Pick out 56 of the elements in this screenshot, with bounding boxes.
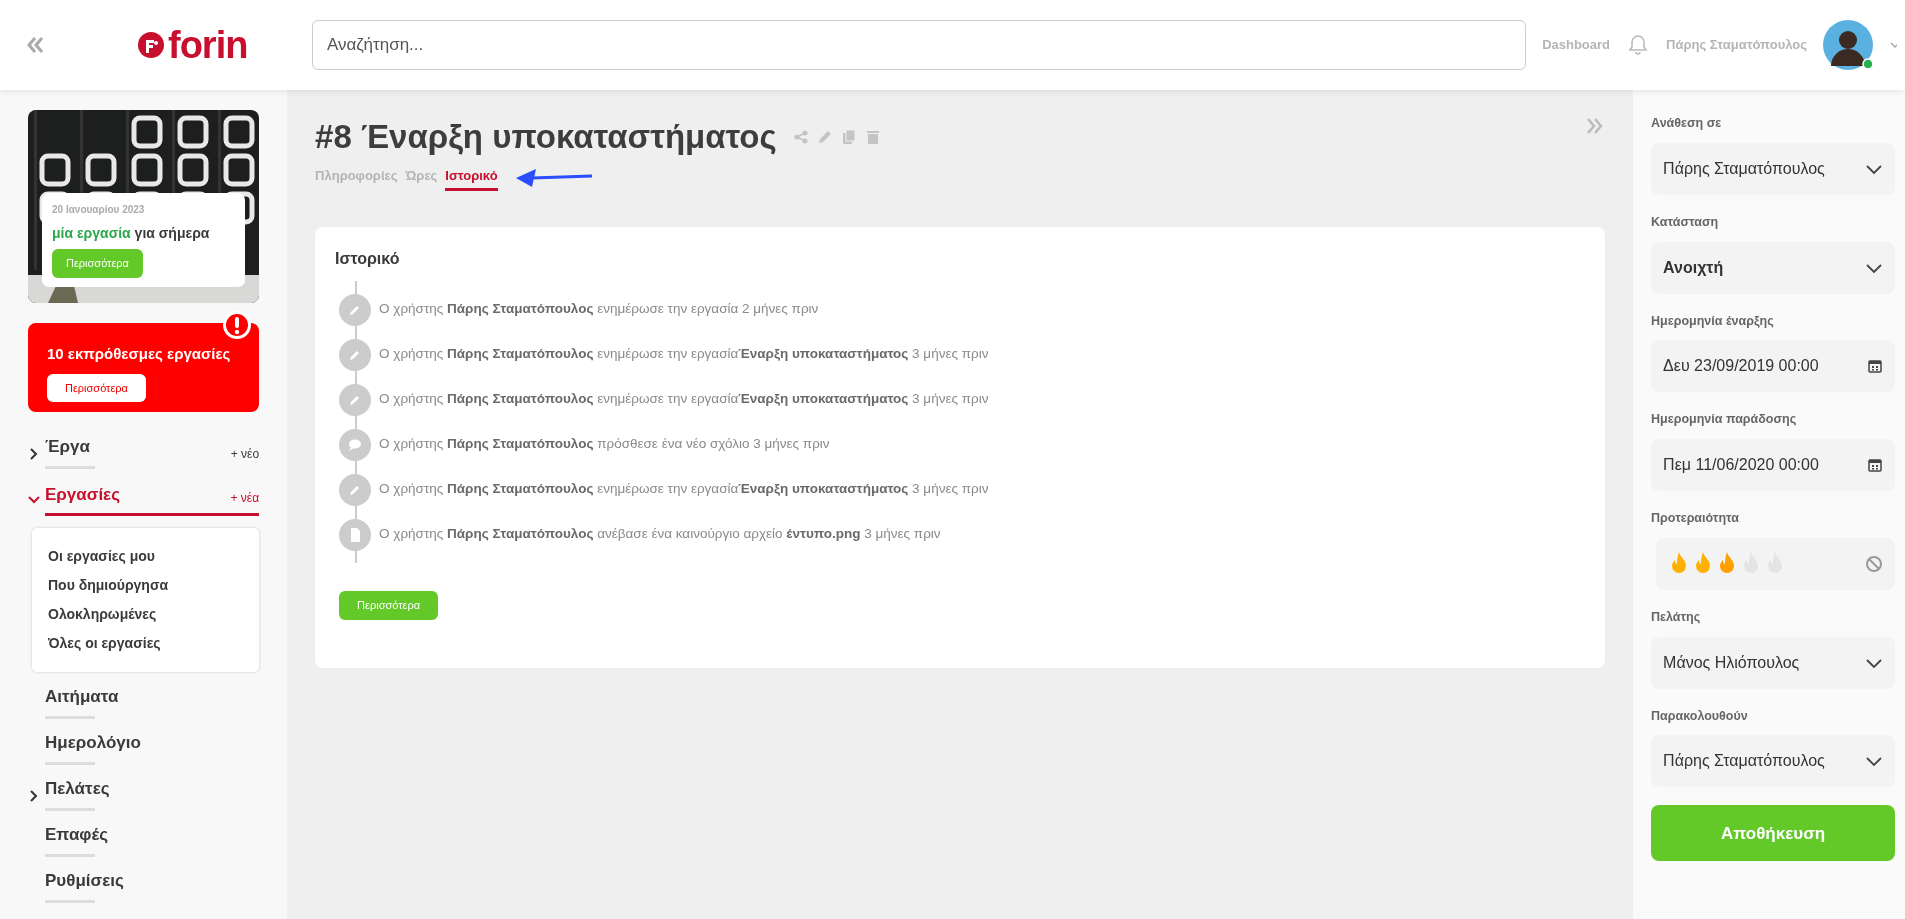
submenu-item[interactable]: Που δημιούργησα [48, 571, 244, 600]
more-button[interactable]: Περισσότερα [47, 373, 146, 402]
brand-name[interactable]: forin [168, 26, 248, 64]
field-label: Κατάσταση [1651, 213, 1720, 231]
add-link[interactable]: + νέο [230, 444, 260, 469]
history-entry: Ο χρήστης Πάρης Σταματόπουλος ενημέρωσε την εργασίαΈναρξη υποκαταστήματος 3 μήνες πριν [379, 390, 989, 409]
history-entry: Ο χρήστης Πάρης Σταματόπουλος ανέβασε ένα καινούργιο αρχείο έντυπο.png 3 μήνες πριν [379, 525, 941, 544]
submenu-item[interactable]: Ολοκληρωμένες [48, 600, 244, 629]
dropdown[interactable]: Ανοιχτή [1651, 241, 1895, 294]
copy-icon[interactable] [840, 128, 857, 145]
calendar-icon[interactable] [1867, 358, 1883, 375]
section-title: Ιστορικό [335, 249, 401, 269]
field-label: Παρακολουθούν [1651, 707, 1749, 725]
task-title: #8 Έναρξη υποκαταστήματος [315, 117, 777, 157]
nav-item[interactable]: Ρυθμίσεις [45, 868, 124, 900]
chevron-down-icon[interactable] [28, 493, 40, 506]
dropdown[interactable]: Μάνος Ηλιόπουλος [1651, 636, 1895, 689]
clear-icon[interactable] [1865, 554, 1883, 573]
nav-item[interactable]: Ημερολόγιο [45, 730, 141, 762]
nav-item[interactable]: Επαφές [45, 822, 108, 854]
priority-rating[interactable] [1656, 537, 1895, 590]
avatar[interactable] [1823, 20, 1873, 70]
caret-icon[interactable] [1889, 40, 1897, 50]
field-label: Πελάτης [1651, 608, 1702, 626]
trash-icon[interactable] [864, 128, 881, 145]
chevron-right-icon[interactable] [28, 447, 40, 460]
date-field[interactable]: Δευ 23/09/2019 00:00 [1651, 340, 1895, 393]
tab[interactable]: Ιστορικό [445, 165, 498, 191]
submenu-item[interactable]: Οι εργασίες μου [48, 542, 244, 571]
logo-icon [138, 32, 164, 58]
search-field[interactable]: Αναζήτηση... [312, 20, 1526, 70]
field-label: Ανάθεση σε [1651, 115, 1723, 132]
overdue-text: 10 εκπρόθεσμες εργασίες [47, 344, 232, 364]
chevron-right-icon[interactable] [28, 789, 40, 802]
nav-item[interactable]: Έργα [45, 434, 95, 466]
submenu-item[interactable]: Όλες οι εργασίες [48, 629, 244, 658]
field-label: Ημερομηνία έναρξης [1651, 312, 1775, 330]
share-icon[interactable] [792, 128, 809, 145]
nav-item[interactable]: Αιτήματα [45, 684, 119, 716]
nav-item[interactable]: Πελάτες [45, 776, 110, 808]
history-entry: Ο χρήστης Πάρης Σταματόπουλος ενημέρωσε την εργασία 2 μήνες πριν [379, 300, 819, 319]
nav-item[interactable]: Εργασίες [45, 481, 121, 514]
history-entry: Ο χρήστης Πάρης Σταματόπουλος ενημέρωσε την εργασίαΈναρξη υποκαταστήματος 3 μήνες πριν [379, 480, 989, 499]
dropdown[interactable]: Πάρης Σταματόπουλος [1651, 735, 1895, 788]
pencil-icon[interactable] [816, 128, 833, 145]
collapse-icon[interactable] [24, 35, 44, 55]
date-field[interactable]: Πεμ 11/06/2020 00:00 [1651, 439, 1895, 491]
dropdown[interactable]: Πάρης Σταματόπουλος [1651, 142, 1895, 195]
history-entry: Ο χρήστης Πάρης Σταματόπουλος πρόσθεσε ένα νέο σχόλιο 3 μήνες πριν [379, 435, 830, 454]
today-summary: μία εργασία για σήμερα [52, 224, 211, 243]
field-label: Ημερομηνία παράδοσης [1651, 411, 1798, 429]
calendar-icon[interactable] [1867, 457, 1883, 473]
date-label: 20 Ιανουαρίου 2023 [52, 203, 146, 217]
field-label: Προτεραιότητα [1651, 510, 1740, 527]
history-entry: Ο χρήστης Πάρης Σταματόπουλος ενημέρωσε την εργασίαΈναρξη υποκαταστήματος 3 μήνες πριν [379, 345, 989, 364]
add-link[interactable]: + νέα [230, 489, 260, 514]
